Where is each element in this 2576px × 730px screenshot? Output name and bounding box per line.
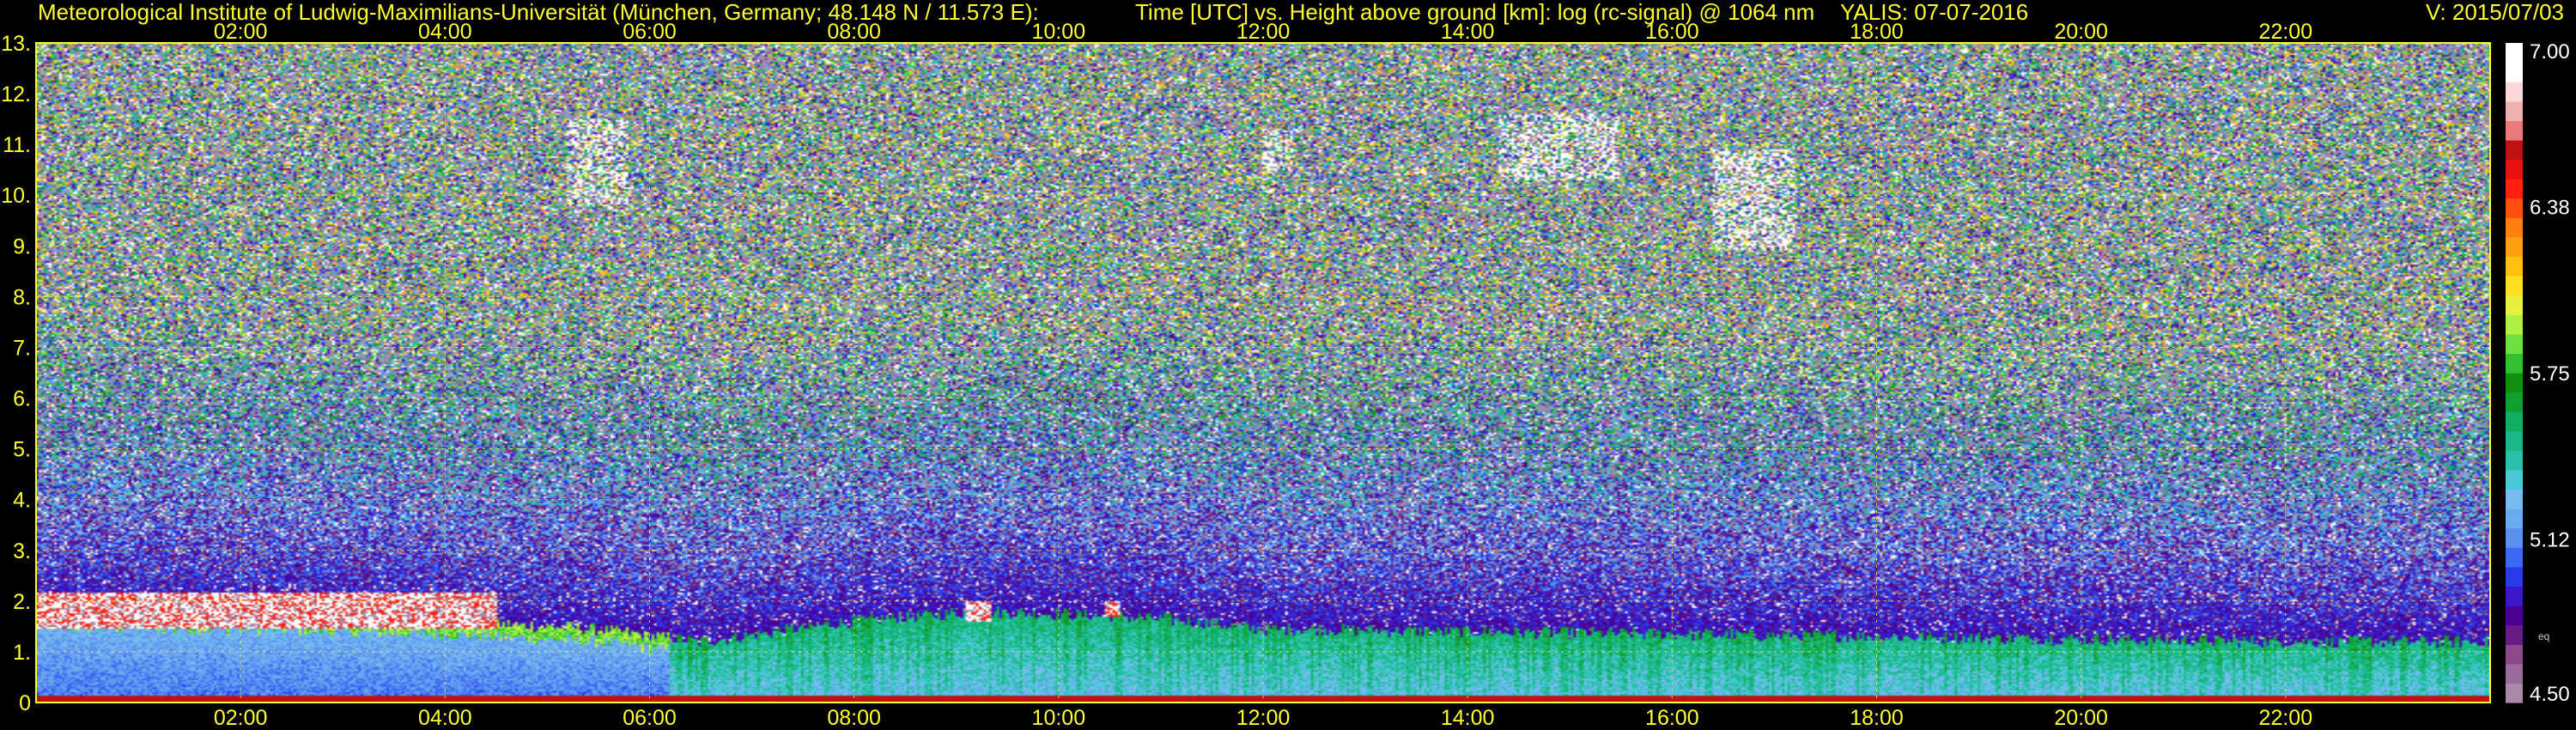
colorbar-segment — [2506, 508, 2523, 529]
x-tick-label-top: 10:00 — [1032, 20, 1086, 44]
y-axis: 0 1. 2. 3. 4. 5. 6. 7. 8. 9. 10. 11. 12. 13. — [1, 32, 31, 715]
x-tick-label-top: 22:00 — [2259, 20, 2313, 44]
y-tick-label: 6. — [13, 387, 31, 411]
x-tick-label-bottom: 14:00 — [1441, 706, 1495, 730]
x-tick-label-bottom: 16:00 — [1645, 706, 1699, 730]
x-tick-label-top: 12:00 — [1236, 20, 1291, 44]
colorbar-segment — [2506, 624, 2523, 645]
colorbar-segment — [2506, 198, 2523, 218]
x-tick-label-top: 04:00 — [418, 20, 472, 44]
x-tick-label-top: 14:00 — [1441, 20, 1495, 44]
colorbar-segment — [2506, 62, 2523, 82]
colorbar-segment — [2506, 43, 2523, 64]
x-tick-label-bottom: 10:00 — [1032, 706, 1086, 730]
colorbar-segment — [2506, 236, 2523, 258]
y-tick-label: 11. — [3, 133, 31, 157]
x-tick-label-bottom: 02:00 — [214, 706, 268, 730]
chart-overlay: 0 1. 2. 3. 4. 5. 6. 7. 8. 9. 10. 11. 12. 13. 02:00 04:… — [1, 20, 2570, 730]
x-tick-label-top: 02:00 — [214, 20, 268, 44]
colorbar-segment — [2506, 586, 2523, 606]
colorbar-segment — [2506, 450, 2523, 471]
y-tick-label: 5. — [13, 438, 31, 462]
colorbar-segment — [2506, 159, 2523, 179]
colorbar-segment — [2506, 644, 2523, 665]
x-tick-label-bottom: 08:00 — [827, 706, 881, 730]
colorbar-segment — [2506, 276, 2523, 296]
y-tick-label: 8. — [13, 285, 31, 309]
colorbar-tick-label: 6.38 — [2530, 196, 2570, 219]
colorbar: 7.00 6.38 5.75 5.12 4.50 eq — [2506, 40, 2570, 706]
x-tick-label-top: 20:00 — [2054, 20, 2108, 44]
y-tick-label: 12. — [1, 82, 31, 106]
x-tick-label-bottom: 22:00 — [2259, 706, 2313, 730]
colorbar-segment — [2506, 527, 2523, 548]
colorbar-segment — [2506, 663, 2523, 684]
colorbar-segment — [2506, 217, 2523, 238]
colorbar-segment — [2506, 353, 2523, 374]
x-tick-label-bottom: 18:00 — [1850, 706, 1904, 730]
colorbar-segment — [2506, 392, 2523, 412]
x-tick-label-bottom: 20:00 — [2054, 706, 2108, 730]
colorbar-segment — [2506, 605, 2523, 626]
colorbar-tick-label: 5.12 — [2530, 529, 2570, 552]
x-tick-label-top: 16:00 — [1645, 20, 1699, 44]
colorbar-segment — [2506, 683, 2523, 703]
x-tick-label-top: 08:00 — [827, 20, 881, 44]
grid-lines — [36, 43, 2490, 703]
colorbar-segment — [2506, 100, 2523, 121]
colorbar-segment — [2506, 566, 2523, 587]
colorbar-tick-label: 5.75 — [2530, 362, 2570, 386]
colorbar-segment — [2506, 314, 2523, 335]
colorbar-small-label: eq — [2538, 630, 2549, 642]
colorbar-segment — [2506, 120, 2523, 141]
x-tick-label-bottom: 04:00 — [418, 706, 472, 730]
x-tick-label-top: 06:00 — [623, 20, 677, 44]
x-axis-top: 02:00 04:00 06:00 08:00 10:00 12:00 14:00 16:00… — [214, 20, 2312, 44]
colorbar-segment — [2506, 82, 2523, 102]
colorbar-segment — [2506, 256, 2523, 277]
y-tick-label: 10. — [1, 184, 31, 208]
y-tick-label: 0 — [19, 691, 31, 715]
colorbar-segment — [2506, 469, 2523, 490]
colorbar-segment — [2506, 295, 2523, 315]
colorbar-tick-label: 7.00 — [2530, 40, 2570, 64]
x-axis-bottom: 02:00 04:00 06:00 08:00 10:00 12:00 14:00 16:00… — [214, 706, 2312, 730]
colorbar-segment — [2506, 430, 2523, 451]
y-tick-label: 9. — [13, 234, 31, 259]
colorbar-segment — [2506, 139, 2523, 161]
y-tick-label: 1. — [13, 641, 31, 665]
colorbar-segment — [2506, 333, 2523, 355]
y-tick-label: 2. — [13, 590, 31, 614]
y-tick-label: 7. — [13, 336, 31, 360]
y-tick-label: 3. — [13, 539, 31, 563]
x-tick-label-bottom: 12:00 — [1236, 706, 1291, 730]
colorbar-segment — [2506, 489, 2523, 509]
x-tick-label-bottom: 06:00 — [623, 706, 677, 730]
x-tick-label-top: 18:00 — [1850, 20, 1904, 44]
colorbar-segment — [2506, 179, 2523, 199]
y-tick-label: 13. — [1, 32, 31, 56]
colorbar-segment — [2506, 373, 2523, 393]
lidar-figure: Meteorological Institute of Ludwig-Maxim… — [0, 0, 2576, 730]
colorbar-segment — [2506, 547, 2523, 568]
colorbar-tick-label: 4.50 — [2530, 683, 2570, 706]
colorbar-segment — [2506, 411, 2523, 432]
y-tick-label: 4. — [13, 489, 31, 513]
